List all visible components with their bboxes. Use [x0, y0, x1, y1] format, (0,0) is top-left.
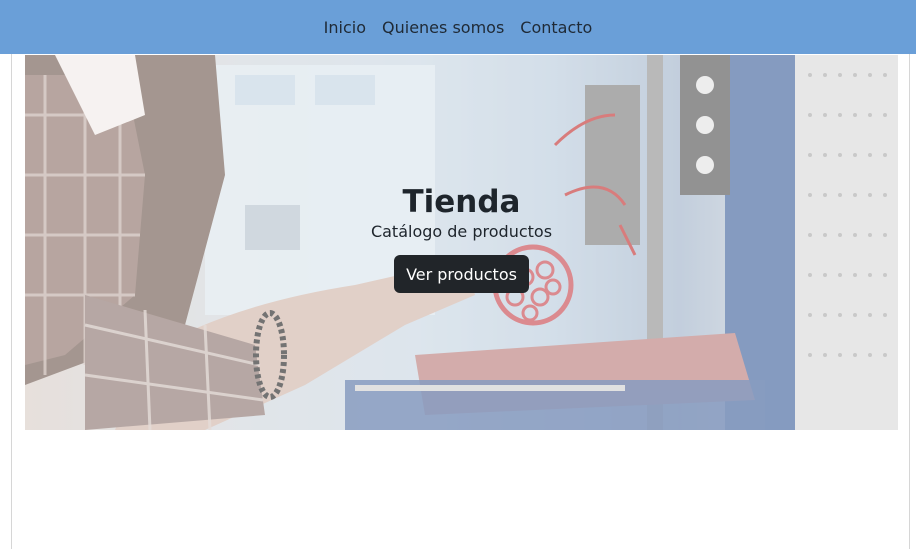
hero-title: Tienda [402, 184, 521, 220]
hero-banner: Tienda Catálogo de productos Ver product… [25, 55, 898, 430]
hero-content: Tienda Catálogo de productos Ver product… [25, 55, 898, 430]
container-border-left [11, 54, 12, 549]
nav-link-quienes-somos[interactable]: Quienes somos [382, 18, 504, 37]
container-border-right [909, 54, 910, 549]
view-products-button[interactable]: Ver productos [394, 255, 529, 293]
hero-subtitle: Catálogo de productos [370, 222, 553, 241]
nav-link-contacto[interactable]: Contacto [520, 18, 592, 37]
top-navbar: Inicio Quienes somos Contacto [0, 0, 916, 54]
nav-link-inicio[interactable]: Inicio [324, 18, 366, 37]
